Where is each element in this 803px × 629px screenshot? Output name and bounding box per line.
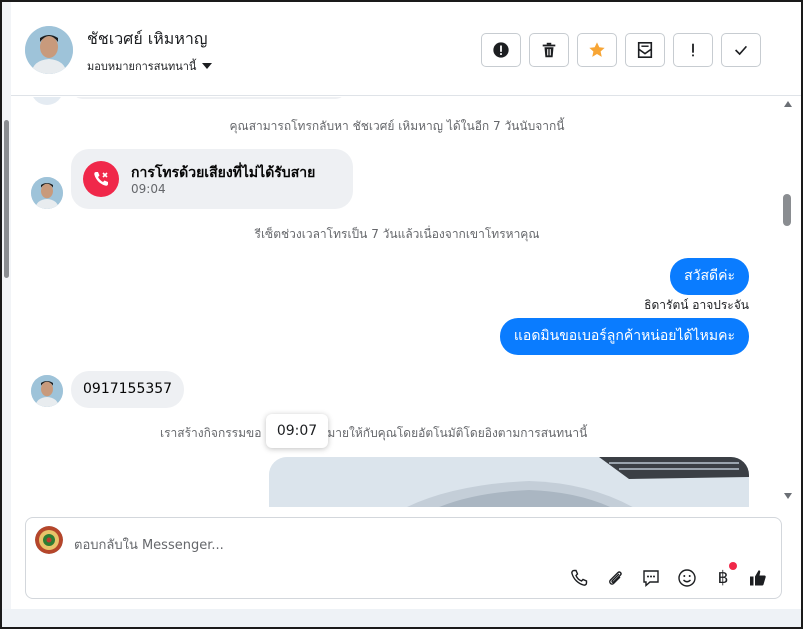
- messenger-window: ชัชเวศย์ เหิมหาญ มอบหมายการสนทนานี้ คุณส…: [0, 0, 803, 629]
- missed-call-time: 09:04: [131, 182, 166, 196]
- delete-button[interactable]: [529, 33, 569, 67]
- activity-notice-start: เราสร้างกิจกรรมขอ: [160, 426, 262, 440]
- scroll-up-arrow[interactable]: [784, 101, 792, 107]
- mark-unread-icon: [637, 41, 653, 59]
- emoji-icon: [678, 569, 696, 587]
- sender-avatar[interactable]: [31, 375, 63, 407]
- emoji-button[interactable]: [675, 566, 699, 590]
- person-photo-icon: [31, 375, 63, 407]
- contact-name[interactable]: ชัชเวศย์ เหิมหาญ: [87, 27, 208, 52]
- missed-call-title: การโทรด้วยเสียงที่ไม่ได้รับสาย: [131, 165, 316, 181]
- mark-unread-button[interactable]: [625, 33, 665, 67]
- like-button[interactable]: [746, 566, 770, 590]
- image-attachment[interactable]: [269, 457, 749, 507]
- window-bottom-bar: [2, 609, 801, 627]
- mark-done-button[interactable]: [721, 33, 761, 67]
- scrollbar-thumb[interactable]: [783, 194, 791, 226]
- scroll-down-arrow[interactable]: [784, 493, 792, 499]
- message-list[interactable]: คุณสามารถโทรกลับหา ชัชเวศย์ เหิมหาญ ได้ใ…: [11, 97, 783, 507]
- saved-reply-icon: [643, 570, 659, 588]
- outgoing-message[interactable]: แอดมินขอเบอร์ลูกค้าหน่อยได้ไหมคะ: [499, 318, 749, 355]
- report-icon: [493, 42, 509, 58]
- page-avatar: [35, 526, 63, 554]
- call-button[interactable]: [567, 566, 591, 590]
- sender-name: ธิดารัตน์ อาจประจัน: [644, 298, 749, 312]
- saved-reply-button[interactable]: [639, 566, 663, 590]
- notification-dot: [729, 562, 737, 570]
- car-photo-icon: [269, 457, 749, 507]
- like-icon: [750, 570, 766, 586]
- reply-box: ตอบกลับใน Messenger... ฿: [25, 517, 782, 599]
- activity-notice: เราสร้างกิจกรรมขอ หมายให้กับคุณโดยอัตโนมั…: [160, 424, 587, 443]
- report-button[interactable]: [481, 33, 521, 67]
- person-photo-icon: [31, 177, 63, 209]
- phone-icon: [571, 569, 588, 586]
- baht-icon: ฿: [717, 568, 729, 588]
- incoming-message[interactable]: 0917155357: [71, 371, 185, 408]
- trash-icon: [542, 42, 556, 58]
- left-scrollbar-thumb[interactable]: [4, 120, 9, 278]
- timestamp-tooltip: 09:07: [266, 414, 328, 448]
- assign-conversation-label: มอบหมายการสนทนานี้: [87, 60, 197, 73]
- contact-avatar[interactable]: [25, 26, 73, 74]
- callback-notice: คุณสามารถโทรกลับหา ชัชเวศย์ เหิมหาญ ได้ใ…: [229, 119, 565, 133]
- follow-up-button[interactable]: [673, 33, 713, 67]
- previous-message-bubble: [71, 97, 347, 99]
- star-icon: [589, 42, 605, 57]
- attach-button[interactable]: [603, 566, 627, 590]
- sender-avatar[interactable]: [31, 177, 63, 209]
- person-photo-icon: [25, 26, 73, 74]
- missed-call-icon: [83, 161, 119, 197]
- message-list-scrollbar[interactable]: [781, 97, 793, 507]
- outgoing-message[interactable]: สวัสดีค่ะ: [670, 258, 749, 295]
- reply-input[interactable]: ตอบกลับใน Messenger...: [74, 534, 224, 555]
- missed-call-bubble[interactable]: การโทรด้วยเสียงที่ไม่ได้รับสาย 09:04: [71, 149, 353, 209]
- conversation-header: ชัชเวศย์ เหิมหาญ มอบหมายการสนทนานี้: [11, 2, 801, 96]
- assign-conversation-dropdown[interactable]: มอบหมายการสนทนานี้: [87, 57, 213, 75]
- previous-sender-avatar: [31, 97, 63, 105]
- activity-notice-end: หมายให้กับคุณโดยอัตโนมัติโดยอิงตามการสนท…: [319, 426, 588, 440]
- left-scrollbar[interactable]: [2, 2, 11, 627]
- caret-down-icon: [202, 63, 213, 69]
- page-logo-icon: [35, 526, 63, 554]
- attachment-icon: [609, 571, 622, 585]
- exclamation-icon: [692, 43, 694, 57]
- check-icon: [735, 45, 748, 56]
- reset-notice: รีเซ็ตช่วงเวลาโทรเป็น 7 วันแล้วเนื่องจาก…: [254, 227, 540, 241]
- star-button[interactable]: [577, 33, 617, 67]
